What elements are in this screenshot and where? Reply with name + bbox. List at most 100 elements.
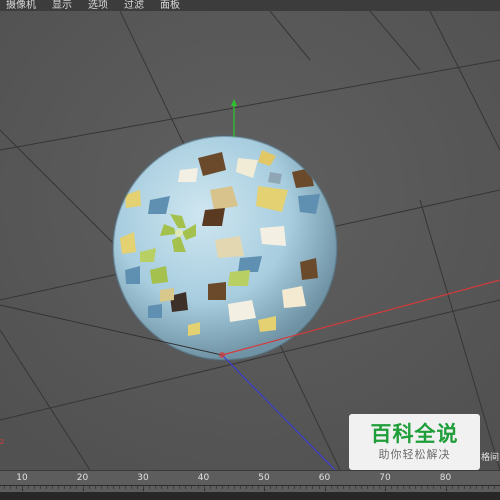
timeline-minor-tick: [258, 486, 259, 489]
timeline-minor-tick: [112, 486, 114, 489]
timeline-minor-tick: [3, 486, 5, 489]
timeline-minor-tick: [318, 486, 320, 489]
watermark-logo: 百科全说 助你轻松解决: [349, 414, 480, 470]
menu-filter[interactable]: 过滤: [116, 0, 152, 11]
timeline-minor-tick: [239, 486, 241, 489]
watermark-title: 百科全说: [370, 422, 459, 446]
timeline-minor-tick: [203, 486, 205, 489]
timeline-minor-tick: [22, 486, 23, 489]
timeline-minor-tick: [366, 486, 368, 489]
timeline-minor-tick: [100, 486, 102, 489]
timeline-minor-tick: [70, 486, 72, 489]
timeline-minor-tick: [360, 486, 362, 489]
timeline-minor-tick: [282, 486, 284, 489]
timeline-minor-tick: [385, 486, 386, 489]
timeline-scrub-bar[interactable]: [0, 492, 500, 500]
world-origin: [219, 352, 225, 358]
timeline-minor-tick: [421, 486, 423, 489]
timeline-minor-tick: [481, 486, 483, 489]
timeline-minor-tick: [276, 486, 278, 489]
timeline-minor-tick: [312, 486, 314, 489]
timeline-minor-tick: [433, 486, 435, 489]
watermark-subtitle: 助你轻松解决: [378, 448, 451, 461]
timeline-minor-tick: [372, 486, 374, 489]
timeline-minor-tick: [475, 486, 477, 489]
timeline-minor-tick: [245, 486, 247, 489]
axis-indicator: z: [0, 437, 5, 446]
menu-options[interactable]: 选项: [80, 0, 116, 11]
timeline-minor-tick: [179, 486, 181, 489]
timeline-minor-tick: [82, 486, 84, 489]
timeline-minor-tick: [197, 486, 199, 489]
timeline-minor-tick: [324, 486, 326, 489]
timeline-minor-tick: [330, 486, 332, 489]
timeline-tick-label: 60: [318, 473, 331, 483]
timeline-minor-tick: [94, 486, 96, 489]
timeline-tick-label: 10: [16, 473, 28, 483]
timeline-minor-tick: [149, 486, 151, 489]
timeline-minor-tick: [34, 486, 36, 489]
timeline-minor-tick: [46, 486, 48, 489]
timeline-minor-tick: [155, 486, 157, 489]
timeline-tick-label: 70: [379, 473, 391, 483]
timeline-minor-tick: [469, 486, 471, 489]
timeline-minor-tick: [173, 486, 175, 489]
grid-spacing-label: 格间: [480, 453, 499, 463]
timeline-minor-tick: [354, 486, 356, 489]
menu-display[interactable]: 显示: [44, 0, 80, 11]
timeline-tick-label: 50: [258, 473, 270, 483]
menu-panel[interactable]: 面板: [152, 0, 188, 11]
textured-sphere[interactable]: [112, 135, 338, 361]
timeline-minor-tick: [185, 486, 187, 489]
timeline-minor-tick: [336, 486, 338, 489]
timeline-minor-tick: [445, 486, 447, 489]
menu-camera[interactable]: 摄像机: [0, 0, 44, 11]
timeline-ruler[interactable]: 10 20 30 40 50 60 70 80: [0, 470, 500, 500]
timeline-minor-tick: [106, 486, 108, 489]
timeline-minor-tick: [391, 486, 393, 489]
timeline-minor-tick: [288, 486, 290, 489]
timeline-tick-label: 80: [439, 473, 452, 483]
timeline-tick-label: 30: [137, 473, 149, 483]
timeline-minor-tick: [409, 486, 411, 489]
timeline-minor-tick: [221, 486, 223, 489]
timeline-minor-tick: [300, 486, 302, 489]
timeline-minor-tick: [342, 486, 344, 489]
timeline-minor-tick: [209, 486, 211, 489]
timeline-minor-tick: [487, 486, 489, 489]
timeline-minor-tick: [161, 486, 163, 489]
timeline-minor-tick: [493, 486, 495, 489]
timeline-minor-tick: [403, 486, 405, 489]
timeline-minor-tick: [167, 486, 169, 489]
timeline-minor-tick: [294, 486, 296, 489]
timeline-minor-tick: [9, 486, 11, 489]
timeline-tick-label: 40: [197, 473, 210, 483]
timeline-minor-tick: [40, 486, 42, 489]
timeline-minor-tick: [136, 486, 138, 489]
timeline-minor-tick: [28, 486, 30, 489]
timeline-minor-tick: [64, 486, 66, 489]
timeline-minor-tick: [76, 486, 78, 489]
timeline-minor-tick: [264, 486, 265, 489]
timeline-minor-tick: [270, 486, 272, 489]
viewport-canvas: [0, 11, 500, 470]
timeline-minor-tick: [397, 486, 399, 489]
timeline-minor-tick: [233, 486, 235, 489]
3d-viewport[interactable]: z: [0, 11, 500, 470]
timeline-minor-tick: [52, 486, 54, 489]
timeline-minor-tick: [118, 486, 120, 489]
timeline-minor-tick: [191, 486, 193, 489]
timeline-minor-tick: [427, 486, 429, 489]
timeline-minor-tick: [379, 486, 380, 489]
timeline-minor-tick: [130, 486, 132, 489]
timeline-minor-tick: [451, 486, 453, 489]
cinema4d-window: 摄像机 显示 选项 过滤 面板 z 10 20 30 40 50 60 70 8…: [0, 0, 500, 500]
ruler-baseline: [0, 485, 500, 486]
timeline-minor-tick: [143, 486, 144, 489]
timeline-minor-tick: [215, 486, 217, 489]
timeline-minor-tick: [124, 486, 126, 489]
timeline-minor-tick: [58, 486, 60, 489]
timeline-minor-tick: [306, 486, 308, 489]
timeline-minor-tick: [439, 486, 441, 489]
viewport-menu-bar: 摄像机 显示 选项 过滤 面板: [0, 0, 500, 11]
